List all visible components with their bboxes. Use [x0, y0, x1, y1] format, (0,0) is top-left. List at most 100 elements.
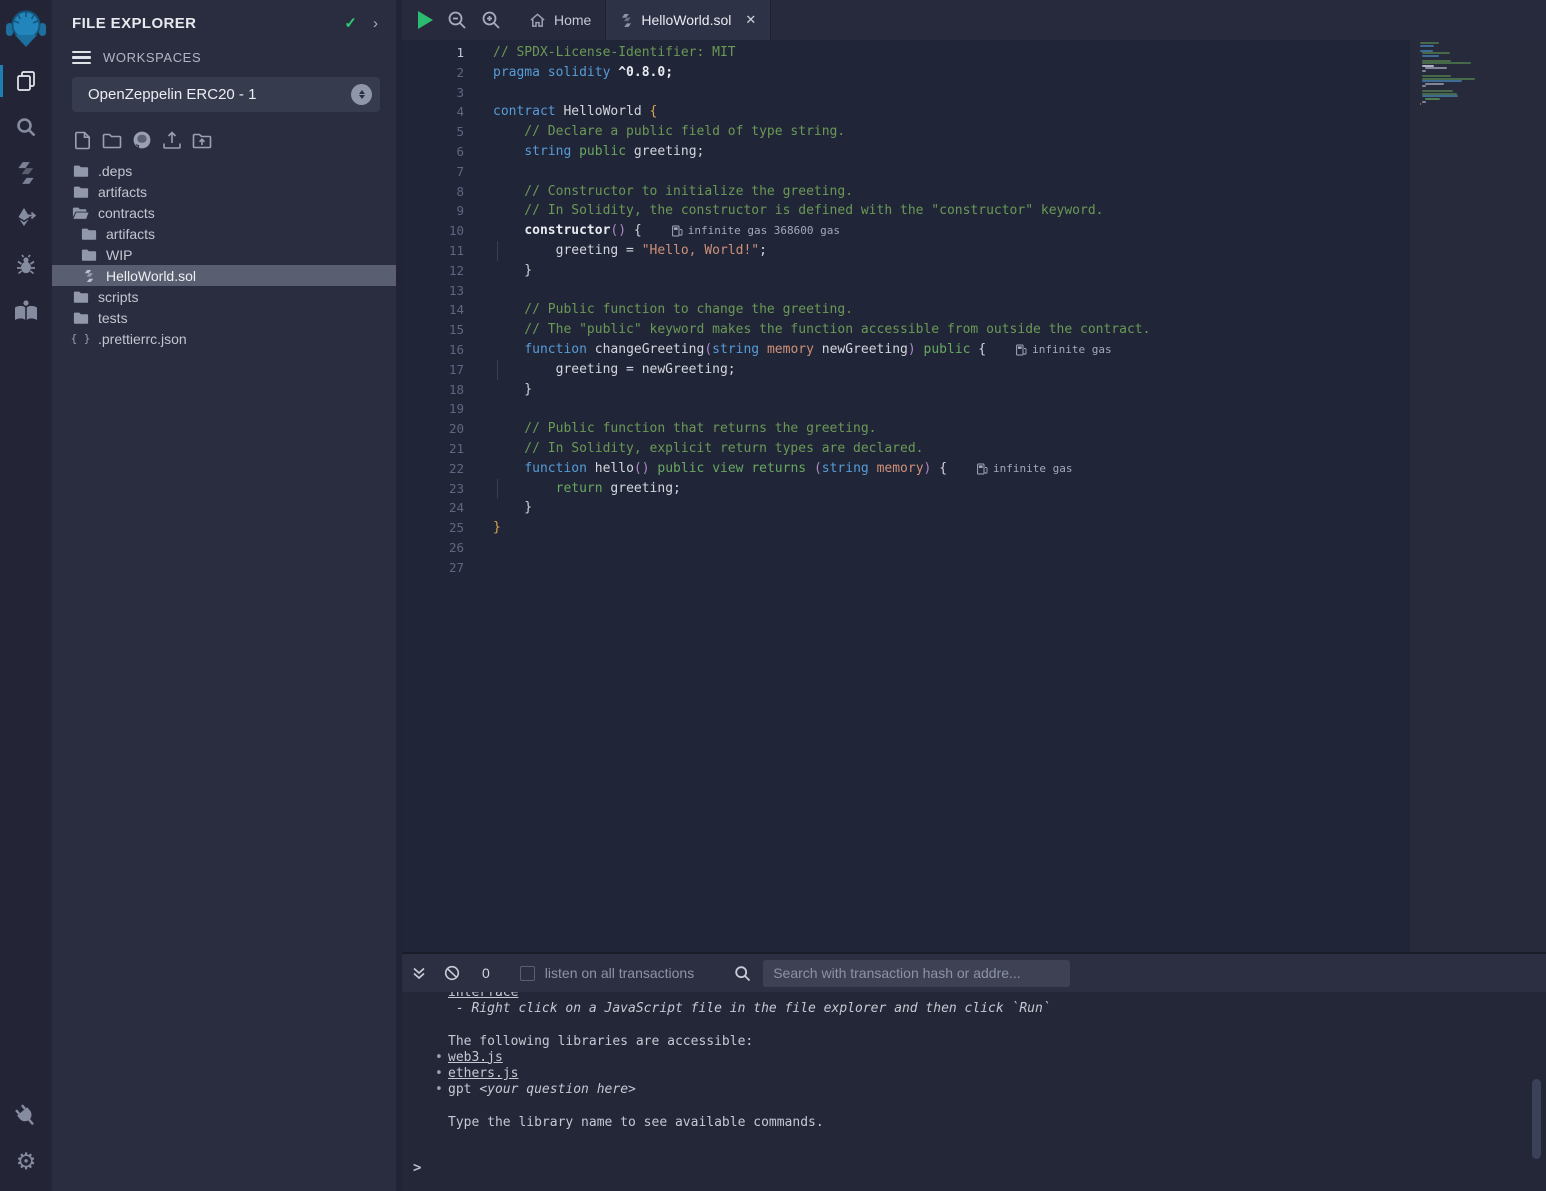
- code-line-21[interactable]: // In Solidity, explicit return types ar…: [464, 439, 1546, 459]
- settings-icon[interactable]: ⚙: [0, 1139, 52, 1185]
- code-area[interactable]: // SPDX-License-Identifier: MITpragma so…: [464, 40, 1546, 952]
- code-line-22[interactable]: function hello() public view returns (st…: [464, 459, 1546, 479]
- line-number[interactable]: 19: [402, 399, 464, 419]
- remix-logo-icon[interactable]: [0, 0, 52, 58]
- line-number[interactable]: 7: [402, 162, 464, 182]
- line-number[interactable]: 21: [402, 439, 464, 459]
- line-number[interactable]: 2: [402, 63, 464, 83]
- code-line-7[interactable]: [464, 162, 1546, 182]
- collapse-terminal-icon[interactable]: [412, 966, 426, 980]
- workspace-ok-check-icon[interactable]: ✓: [344, 14, 357, 32]
- code-line-12[interactable]: }: [464, 261, 1546, 281]
- code-line-2[interactable]: pragma solidity ^0.8.0;: [464, 63, 1546, 83]
- tree-item--deps[interactable]: .deps: [52, 160, 396, 181]
- line-number[interactable]: 8: [402, 182, 464, 202]
- code-line-11[interactable]: greeting = "Hello, World!";: [464, 241, 1546, 261]
- code-line-20[interactable]: // Public function that returns the gree…: [464, 419, 1546, 439]
- terminal-prompt[interactable]: >: [413, 1160, 1546, 1176]
- new-file-icon[interactable]: [72, 130, 92, 150]
- line-number[interactable]: 12: [402, 261, 464, 281]
- line-number[interactable]: 25: [402, 518, 464, 538]
- upload-folder-icon[interactable]: [192, 130, 212, 150]
- code-line-4[interactable]: contract HelloWorld {: [464, 102, 1546, 122]
- code-line-3[interactable]: [464, 83, 1546, 103]
- line-number[interactable]: 6: [402, 142, 464, 162]
- tree-item-contracts[interactable]: contracts: [52, 202, 396, 223]
- listen-toggle[interactable]: listen on all transactions: [520, 965, 694, 981]
- code-line-25[interactable]: }: [464, 518, 1546, 538]
- line-number[interactable]: 23: [402, 479, 464, 499]
- minimap[interactable]: [1420, 42, 1512, 111]
- zoom-in-icon[interactable]: [481, 10, 501, 30]
- tree-item-wip[interactable]: WIP: [52, 244, 396, 265]
- clear-console-icon[interactable]: [444, 965, 460, 981]
- transaction-search-input[interactable]: [763, 960, 1070, 987]
- search-icon[interactable]: [0, 104, 52, 150]
- code-line-26[interactable]: [464, 538, 1546, 558]
- debugger-icon[interactable]: [0, 242, 52, 288]
- code-line-24[interactable]: }: [464, 498, 1546, 518]
- line-number[interactable]: 11: [402, 241, 464, 261]
- tab-helloworld-sol[interactable]: HelloWorld.sol ✕: [605, 0, 771, 40]
- code-line-10[interactable]: constructor() {infinite gas 368600 gas: [464, 221, 1546, 241]
- code-line-8[interactable]: // Constructor to initialize the greetin…: [464, 182, 1546, 202]
- file-explorer-icon[interactable]: [0, 58, 52, 104]
- tree-item-helloworld-sol[interactable]: HelloWorld.sol: [52, 265, 396, 286]
- line-number[interactable]: 4: [402, 102, 464, 122]
- line-number[interactable]: 17: [402, 360, 464, 380]
- line-number[interactable]: 26: [402, 538, 464, 558]
- deploy-and-run-icon[interactable]: [0, 196, 52, 242]
- code-line-19[interactable]: [464, 399, 1546, 419]
- tree-item-tests[interactable]: tests: [52, 307, 396, 328]
- code-line-5[interactable]: // Declare a public field of type string…: [464, 122, 1546, 142]
- code-line-23[interactable]: return greeting;: [464, 479, 1546, 499]
- code-line-14[interactable]: // Public function to change the greetin…: [464, 300, 1546, 320]
- code-line-6[interactable]: string public greeting;: [464, 142, 1546, 162]
- run-script-button[interactable]: [418, 11, 433, 29]
- line-number[interactable]: 20: [402, 419, 464, 439]
- terminal-scrollbar-thumb[interactable]: [1532, 1079, 1541, 1159]
- code-line-15[interactable]: // The "public" keyword makes the functi…: [464, 320, 1546, 340]
- code-line-27[interactable]: [464, 558, 1546, 578]
- code-editor[interactable]: 1234567891011121314151617181920212223242…: [402, 40, 1546, 952]
- line-number[interactable]: 22: [402, 459, 464, 479]
- line-number[interactable]: 9: [402, 201, 464, 221]
- new-folder-icon[interactable]: [102, 130, 122, 150]
- upload-file-icon[interactable]: [162, 130, 182, 150]
- line-number[interactable]: 13: [402, 281, 464, 301]
- learneth-icon[interactable]: [0, 288, 52, 334]
- tree-item-artifacts[interactable]: artifacts: [52, 223, 396, 244]
- line-number[interactable]: 5: [402, 122, 464, 142]
- line-number[interactable]: 15: [402, 320, 464, 340]
- tree-item-scripts[interactable]: scripts: [52, 286, 396, 307]
- code-line-16[interactable]: function changeGreeting(string memory ne…: [464, 340, 1546, 360]
- code-line-18[interactable]: }: [464, 380, 1546, 400]
- code-line-17[interactable]: greeting = newGreeting;: [464, 360, 1546, 380]
- code-line-1[interactable]: // SPDX-License-Identifier: MIT: [464, 43, 1546, 63]
- close-tab-icon[interactable]: ✕: [745, 12, 756, 28]
- workspaces-menu-icon[interactable]: [72, 51, 91, 65]
- line-number[interactable]: 14: [402, 300, 464, 320]
- line-number[interactable]: 3: [402, 83, 464, 103]
- line-number[interactable]: 24: [402, 498, 464, 518]
- tree-item--prettierrc-json[interactable]: { }.prettierrc.json: [52, 328, 396, 349]
- line-number[interactable]: 1: [402, 43, 464, 63]
- solidity-compiler-icon[interactable]: [0, 150, 52, 196]
- workspace-switch-icon[interactable]: [351, 84, 372, 105]
- line-number[interactable]: 18: [402, 380, 464, 400]
- code-line-9[interactable]: // In Solidity, the constructor is defin…: [464, 201, 1546, 221]
- clone-github-icon[interactable]: [132, 130, 152, 150]
- terminal-link[interactable]: interface: [448, 992, 518, 1000]
- chevron-right-icon[interactable]: ›: [373, 15, 378, 32]
- line-number[interactable]: 27: [402, 558, 464, 578]
- terminal-link[interactable]: ethers.js: [448, 1066, 518, 1081]
- line-number[interactable]: 10: [402, 221, 464, 241]
- terminal-link[interactable]: web3.js: [448, 1050, 503, 1065]
- listen-checkbox[interactable]: [520, 966, 535, 981]
- workspace-select[interactable]: OpenZeppelin ERC20 - 1: [72, 77, 380, 112]
- zoom-out-icon[interactable]: [447, 10, 467, 30]
- tree-item-artifacts[interactable]: artifacts: [52, 181, 396, 202]
- code-line-13[interactable]: [464, 281, 1546, 301]
- line-number[interactable]: 16: [402, 340, 464, 360]
- tab-home[interactable]: Home: [515, 0, 605, 40]
